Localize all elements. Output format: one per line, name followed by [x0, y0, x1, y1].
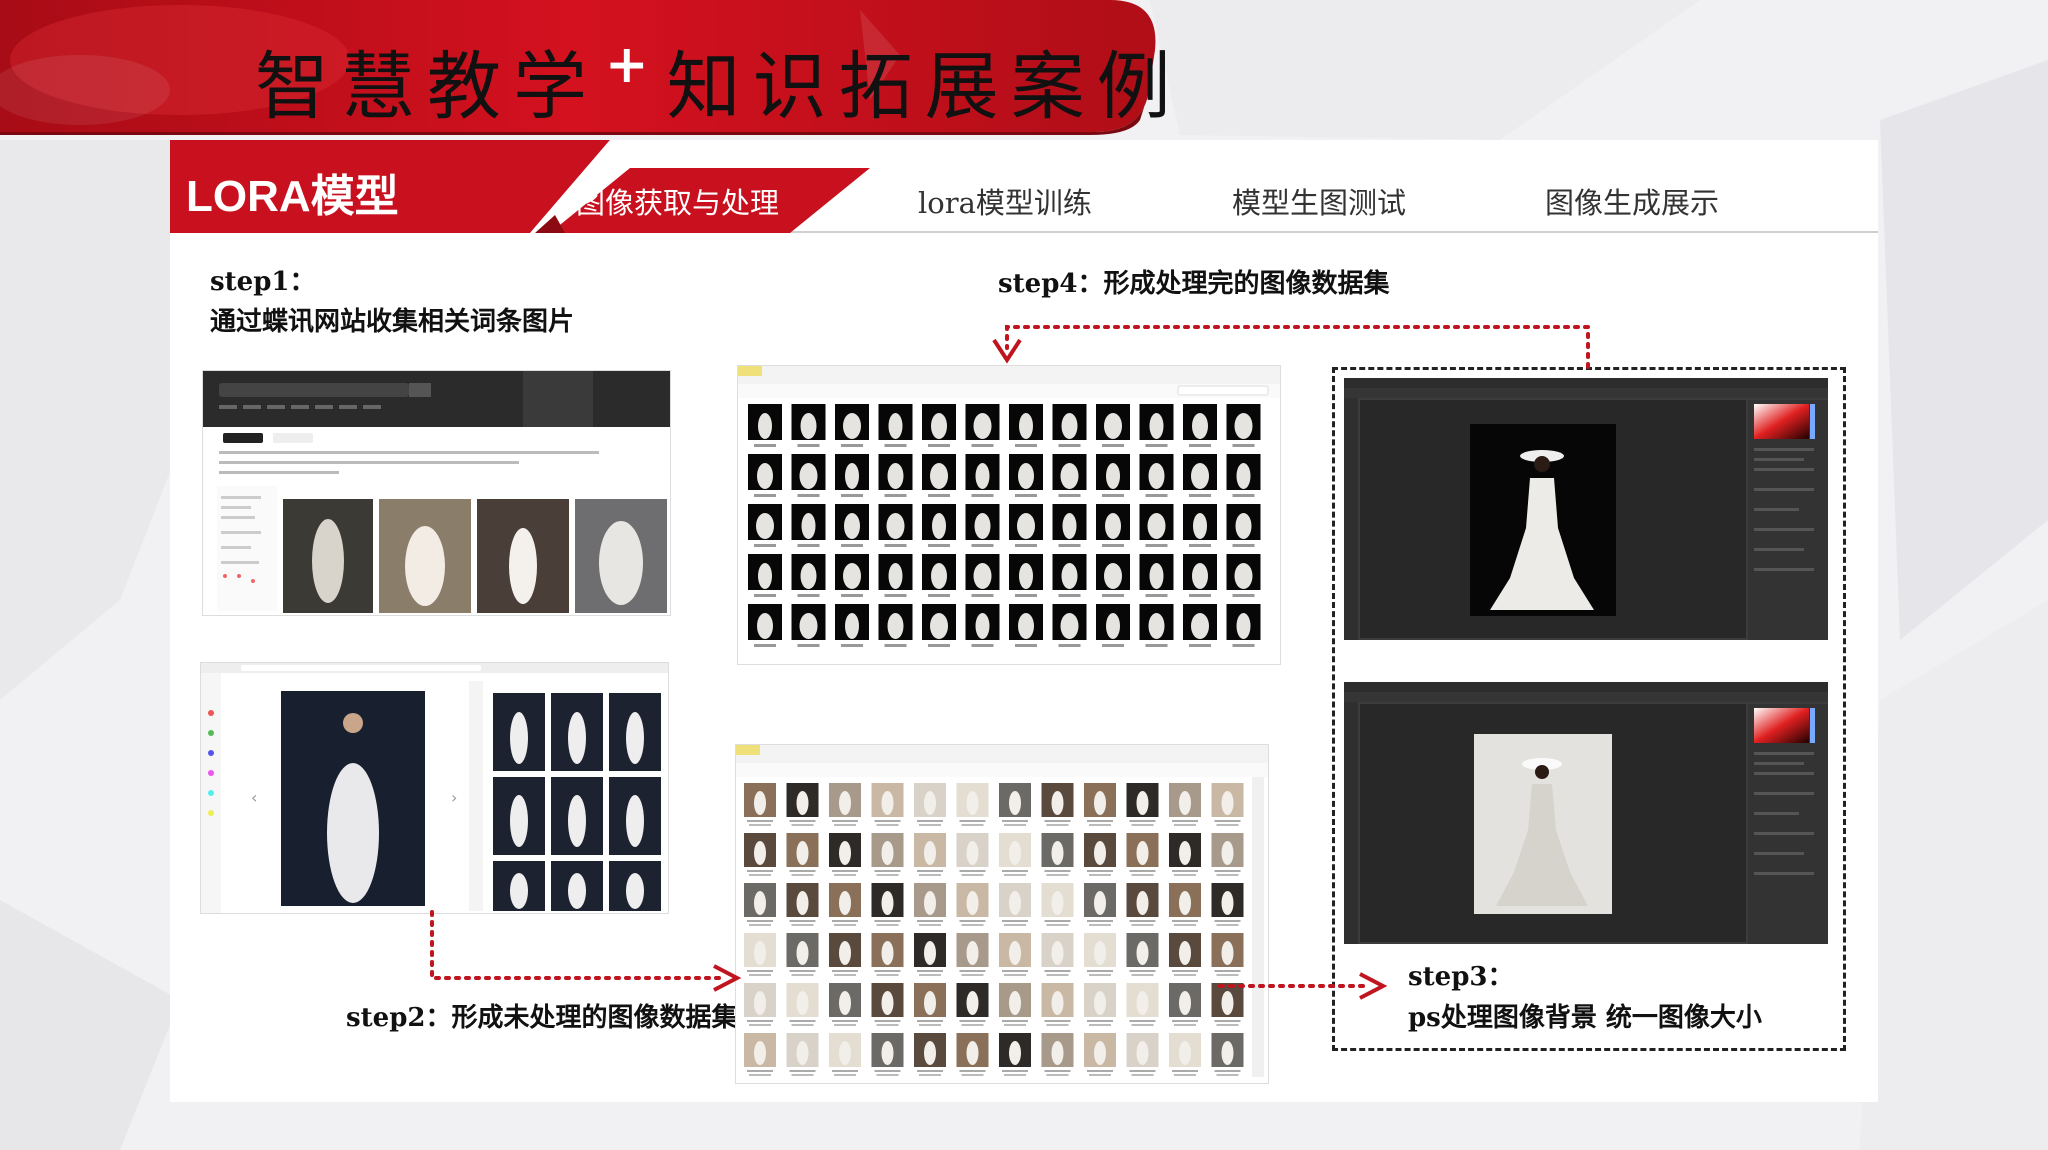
flow-arrows	[430, 325, 1590, 1000]
